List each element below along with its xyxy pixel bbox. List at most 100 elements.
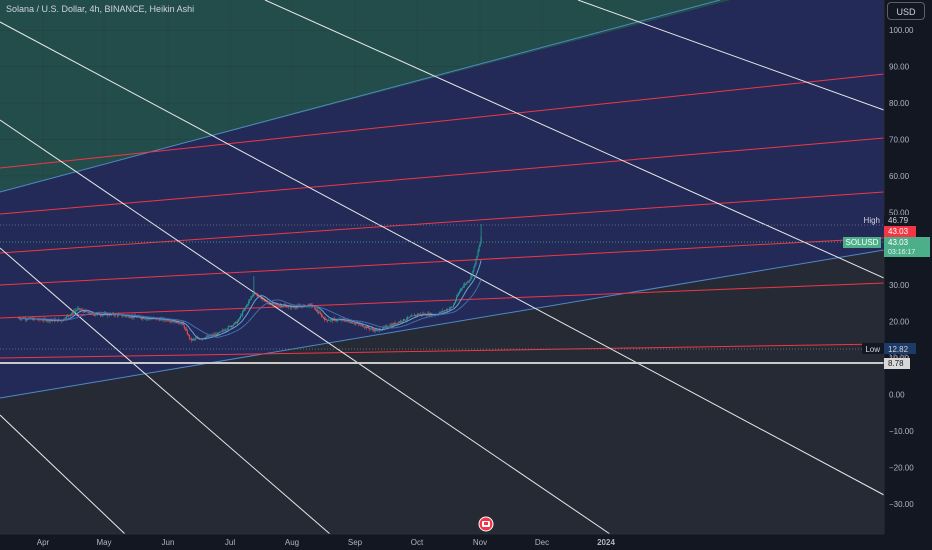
candle-body xyxy=(275,304,277,305)
candle-body xyxy=(444,310,446,311)
candle-body xyxy=(221,330,223,332)
candle-body xyxy=(362,326,364,328)
candle-body xyxy=(441,310,443,313)
candle-body xyxy=(279,305,281,306)
candle-body xyxy=(230,325,232,327)
candle-body xyxy=(184,328,186,330)
time-axis[interactable] xyxy=(0,534,884,550)
candle-body xyxy=(324,318,325,320)
candle-body xyxy=(114,314,116,316)
candle-body xyxy=(461,288,463,289)
candle-body xyxy=(405,319,407,321)
candle-body xyxy=(239,317,241,319)
candle-body xyxy=(419,314,421,315)
candle-body xyxy=(144,318,146,320)
time-tick-label: Sep xyxy=(348,538,363,547)
candle-body xyxy=(145,318,147,320)
candle-body xyxy=(278,305,280,307)
time-tick-label: Jun xyxy=(162,538,175,547)
candle-body xyxy=(393,322,395,325)
candle-body xyxy=(195,338,197,340)
candle-body xyxy=(179,323,181,325)
time-tick-label: Nov xyxy=(473,538,487,547)
candle-body xyxy=(244,308,246,311)
candle-body xyxy=(183,325,185,329)
candle-body xyxy=(246,305,248,307)
candle-body xyxy=(407,317,409,319)
candle-body xyxy=(356,323,358,324)
candle-body xyxy=(248,301,250,305)
candle-body xyxy=(212,335,214,336)
candle-body xyxy=(377,329,379,331)
candle-body xyxy=(415,315,417,317)
price-tick-label: 80.00 xyxy=(889,99,910,108)
candle-body xyxy=(224,330,226,331)
candle-body xyxy=(330,319,332,321)
candle-body xyxy=(192,338,194,340)
candle-body xyxy=(409,316,411,318)
price-tick-label: 0.00 xyxy=(889,391,905,400)
candle-body xyxy=(170,321,172,322)
candle-body xyxy=(322,316,324,319)
candle-body xyxy=(400,321,402,322)
goto-realtime-button[interactable] xyxy=(478,516,494,532)
current-value: 43.03 xyxy=(888,227,909,236)
candle-body xyxy=(93,314,95,316)
candle-body xyxy=(467,282,469,283)
candle-body xyxy=(328,320,330,321)
candle-body xyxy=(240,315,242,318)
candle-body xyxy=(457,295,459,297)
candle-body xyxy=(129,317,131,318)
candle-body xyxy=(293,307,295,308)
candle-body xyxy=(185,329,187,331)
candle-body xyxy=(317,311,319,314)
candle-body xyxy=(215,334,217,336)
candle-body xyxy=(359,324,361,326)
candle-body xyxy=(462,287,464,289)
candle-body xyxy=(352,323,354,324)
candle-body xyxy=(479,242,481,247)
candle-body xyxy=(309,304,311,306)
candle-body xyxy=(363,326,365,328)
candle-body xyxy=(395,323,397,325)
price-tick-label: 70.00 xyxy=(889,135,910,144)
candle-body xyxy=(251,295,253,298)
price-chart[interactable]: 100.0090.0080.0070.0060.0050.0040.0030.0… xyxy=(0,0,932,550)
candle-body xyxy=(142,317,144,319)
candle-body xyxy=(243,310,245,312)
candle-body xyxy=(348,321,350,323)
candle-body xyxy=(440,311,442,313)
candle-body xyxy=(329,320,331,321)
candle-body xyxy=(65,318,67,320)
candle-body xyxy=(360,324,362,326)
candle-body xyxy=(76,309,78,311)
candle-body xyxy=(442,310,444,312)
candle-body xyxy=(320,314,322,317)
candle-body xyxy=(392,324,394,325)
candle-body xyxy=(236,321,238,324)
candle-body xyxy=(270,302,272,305)
candle-body xyxy=(255,293,257,295)
candle-body xyxy=(92,313,94,315)
candle-body xyxy=(388,326,390,328)
low-label: Low xyxy=(865,345,880,354)
candle-body xyxy=(404,320,406,321)
level-value-tag[interactable]: 8.78 xyxy=(884,358,910,369)
candle-body xyxy=(261,298,263,300)
candle-body xyxy=(75,310,77,312)
candle-body xyxy=(252,294,254,296)
candle-body xyxy=(336,320,338,321)
candle-body xyxy=(477,251,479,256)
candle-body xyxy=(414,315,416,317)
candle-body xyxy=(277,305,279,306)
candle-body xyxy=(366,326,368,328)
candle-body xyxy=(226,328,228,330)
candle-body xyxy=(319,312,321,315)
candle-body xyxy=(130,317,132,319)
time-tick-label: Dec xyxy=(535,538,549,547)
candle-body xyxy=(247,304,249,306)
currency-button[interactable]: USD xyxy=(887,2,925,20)
candle-body xyxy=(223,330,225,332)
candle-body xyxy=(391,324,393,327)
candle-body xyxy=(71,313,73,315)
